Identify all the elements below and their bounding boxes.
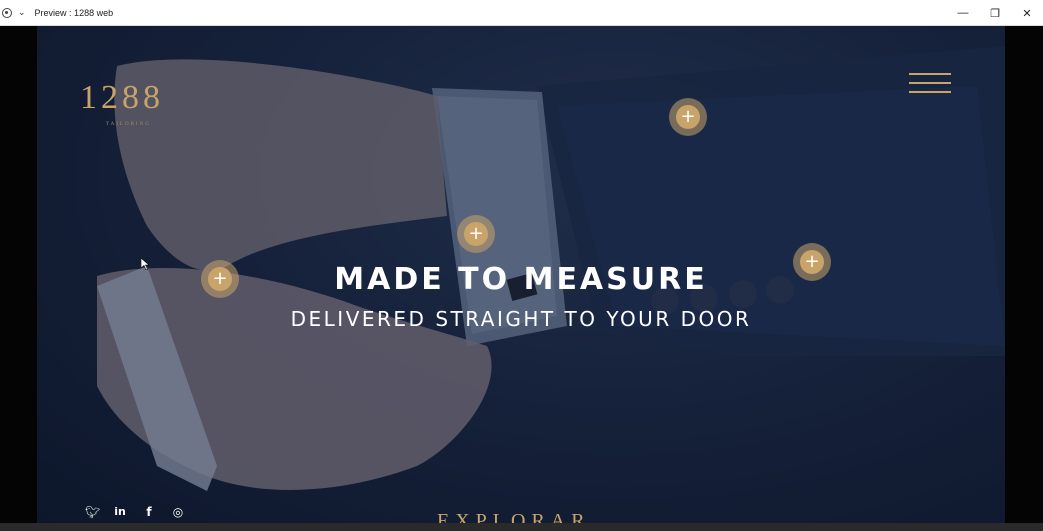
- chevron-down-icon[interactable]: ⌄: [18, 7, 26, 18]
- maximize-button[interactable]: ❐: [979, 0, 1011, 26]
- window-controls: — ❐ ✕: [947, 0, 1043, 26]
- hero-subheadline: DELIVERED STRAIGHT TO YOUR DOOR: [290, 307, 752, 331]
- menu-line: [909, 73, 951, 75]
- logo-number: 1288: [80, 79, 164, 116]
- right-letterbox: [1005, 26, 1043, 531]
- social-links: 🐦︎ in f ◎: [85, 506, 184, 519]
- hotspot-cuff-button[interactable]: +: [457, 215, 495, 253]
- hero-headline: MADE TO MEASURE: [334, 262, 708, 297]
- linkedin-icon[interactable]: in: [114, 506, 126, 518]
- window-bottom-edge: [0, 523, 1043, 531]
- window-titlebar: ⌄ Preview : 1288 web — ❐ ✕: [0, 0, 1043, 26]
- hero-section: 1288 TAILORING + + + + MADE TO MEASURE D…: [37, 26, 1005, 523]
- left-letterbox: [0, 26, 37, 531]
- window-title: Preview : 1288 web: [34, 7, 114, 18]
- explore-link[interactable]: EXPLORAR: [437, 510, 591, 523]
- app-icon: [2, 7, 12, 18]
- logo-subtitle: TAILORING: [106, 122, 151, 127]
- menu-line: [909, 82, 951, 84]
- instagram-icon[interactable]: ◎: [172, 506, 184, 518]
- plus-icon: +: [676, 105, 700, 129]
- brand-logo[interactable]: 1288 TAILORING: [80, 71, 180, 131]
- hotspot-sleeve-button[interactable]: +: [669, 98, 707, 136]
- minimize-button[interactable]: —: [947, 0, 979, 26]
- close-button[interactable]: ✕: [1011, 0, 1043, 26]
- mouse-cursor-icon: [141, 258, 149, 270]
- plus-icon: +: [464, 222, 488, 246]
- menu-line: [909, 91, 951, 93]
- hamburger-menu-button[interactable]: [909, 73, 951, 95]
- twitter-icon[interactable]: 🐦︎: [85, 506, 100, 518]
- facebook-icon[interactable]: f: [143, 506, 155, 518]
